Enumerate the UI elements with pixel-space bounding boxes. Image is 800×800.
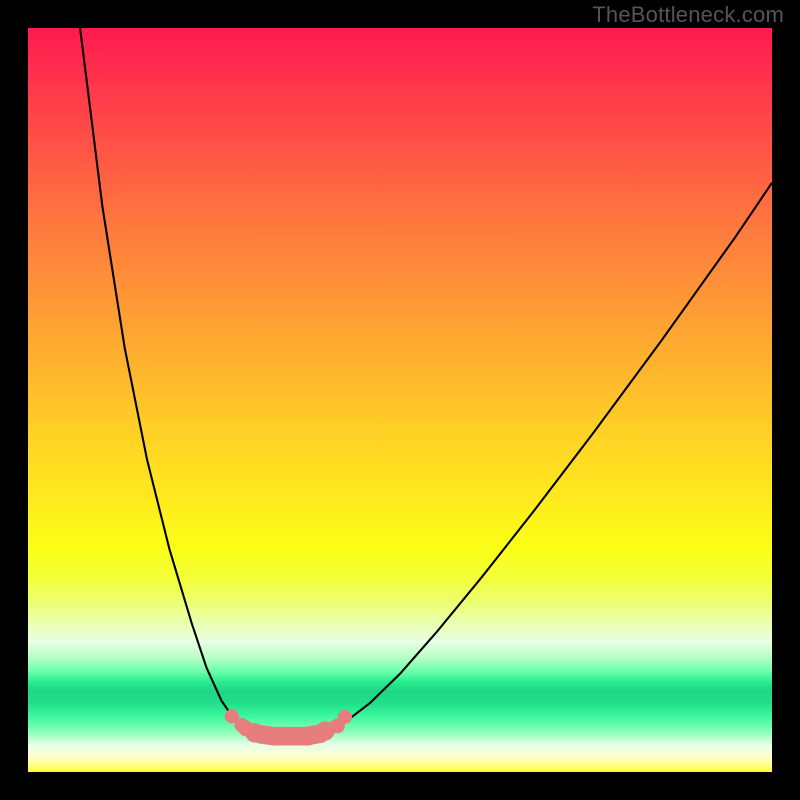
data-marker <box>254 727 270 743</box>
data-marker <box>338 710 352 724</box>
plot-area <box>28 28 772 772</box>
bottleneck-curve <box>80 28 772 736</box>
chart-frame: TheBottleneck.com <box>0 0 800 800</box>
chart-svg <box>28 28 772 772</box>
watermark-text: TheBottleneck.com <box>592 2 784 28</box>
